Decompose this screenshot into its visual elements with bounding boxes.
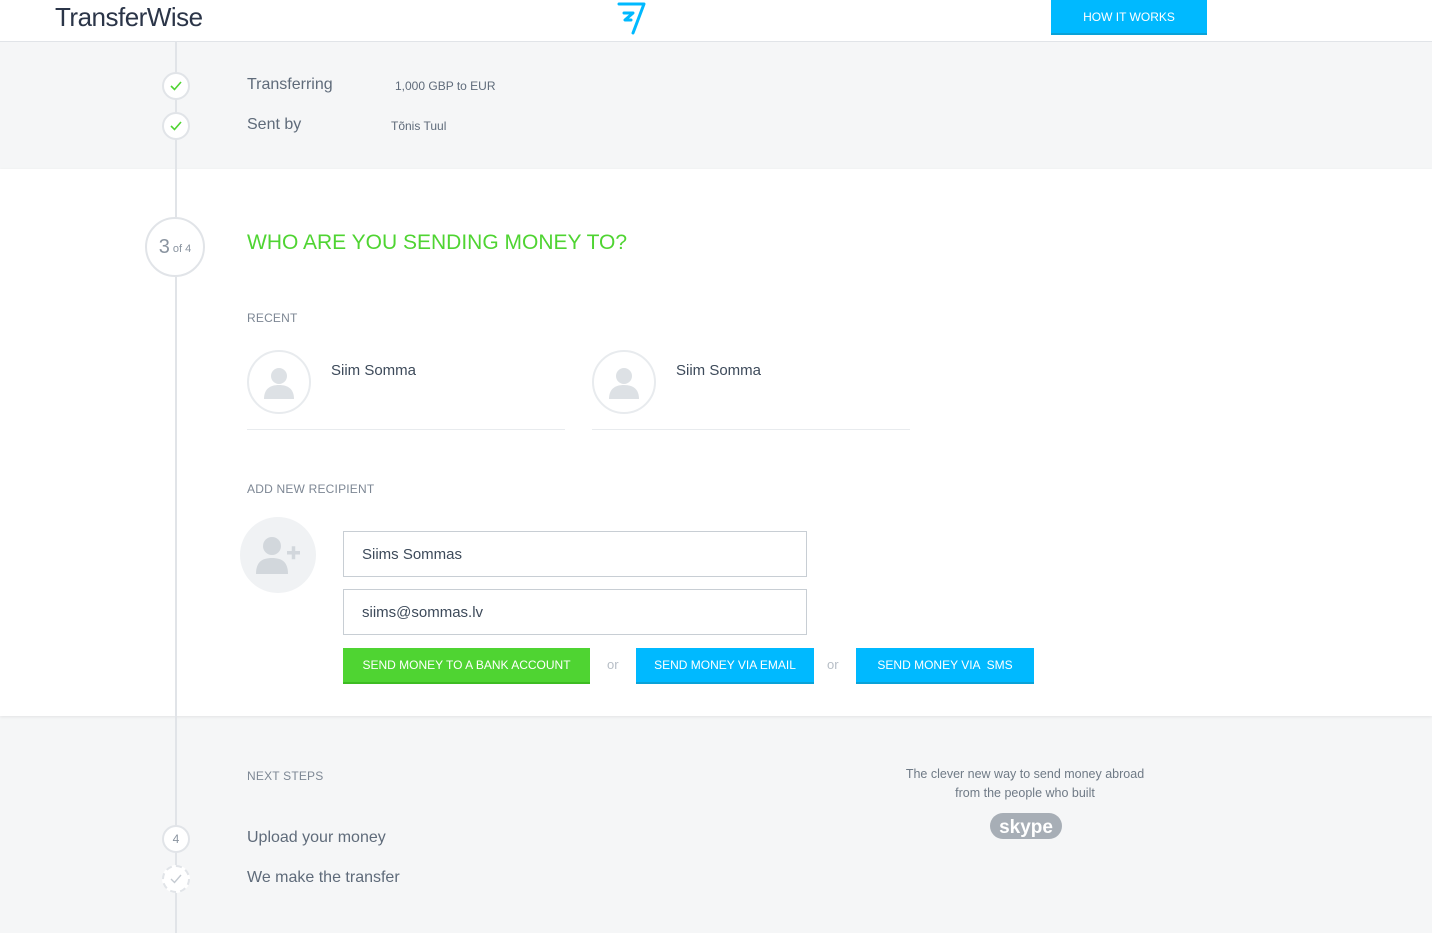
top-header: TransferWise HOW IT WORKS (0, 0, 1432, 42)
step-of-total: of 4 (172, 243, 192, 255)
user-placeholder-icon (609, 368, 639, 399)
send-to-bank-account-button[interactable]: SEND MONEY TO A BANK ACCOUNT (343, 648, 590, 684)
current-step-indicator: 3 of 4 (145, 217, 205, 277)
check-icon (170, 81, 182, 91)
recent-recipient-name: Siim Somma (676, 362, 762, 379)
step-4-indicator: 4 (162, 825, 190, 853)
page-title: WHO ARE YOU SENDING MONEY TO? (247, 231, 628, 254)
summary-sent-by-value: Tõnis Tuul (391, 119, 447, 133)
recent-recipient-card-2[interactable]: Siim Somma (592, 350, 910, 430)
promo-line-2: from the people who built (955, 786, 1095, 800)
step-number: 3 (158, 235, 170, 258)
step-complete-check-2 (162, 112, 190, 140)
or-separator: or (827, 657, 839, 672)
add-user-icon (256, 537, 300, 574)
promo-text: The clever new way to send money abroad … (880, 765, 1170, 803)
summary-transferring-value: 1,000 GBP to EUR (395, 79, 496, 93)
recipient-name-field[interactable] (343, 531, 807, 577)
progress-timeline-line (175, 42, 177, 933)
next-step-upload-label: Upload your money (247, 829, 386, 846)
skype-logo-text: skype (999, 817, 1053, 838)
how-it-works-button[interactable]: HOW IT WORKS (1051, 0, 1207, 35)
user-placeholder-icon (264, 368, 294, 399)
next-step-transfer-label: We make the transfer (247, 869, 400, 886)
recent-recipient-name: Siim Somma (331, 362, 417, 379)
recent-label: RECENT (247, 311, 298, 325)
transferwise-flag-icon[interactable] (616, 1, 648, 35)
summary-transferring-label: Transferring (247, 76, 333, 93)
skype-logo-icon: skype (990, 813, 1062, 839)
recent-recipient-card-1[interactable]: Siim Somma (247, 350, 565, 430)
next-steps-label: NEXT STEPS (247, 769, 324, 783)
promo-line-1: The clever new way to send money abroad (905, 767, 1145, 781)
add-new-recipient-label: ADD NEW RECIPIENT (247, 482, 375, 496)
or-separator: or (607, 657, 619, 672)
avatar (592, 350, 656, 414)
add-recipient-avatar (240, 517, 316, 593)
transferwise-logo[interactable]: TransferWise (55, 2, 203, 33)
check-icon (170, 874, 182, 884)
step-complete-check-1 (162, 72, 190, 100)
send-via-email-button[interactable]: SEND MONEY VIA EMAIL (636, 648, 814, 684)
recipient-email-field[interactable] (343, 589, 807, 635)
avatar (247, 350, 311, 414)
transfer-summary-section (0, 42, 1432, 169)
summary-sent-by-label: Sent by (247, 116, 302, 133)
send-via-sms-button[interactable]: SEND MONEY VIA SMS (856, 648, 1034, 684)
step-transfer-indicator (162, 865, 190, 893)
check-icon (170, 121, 182, 131)
